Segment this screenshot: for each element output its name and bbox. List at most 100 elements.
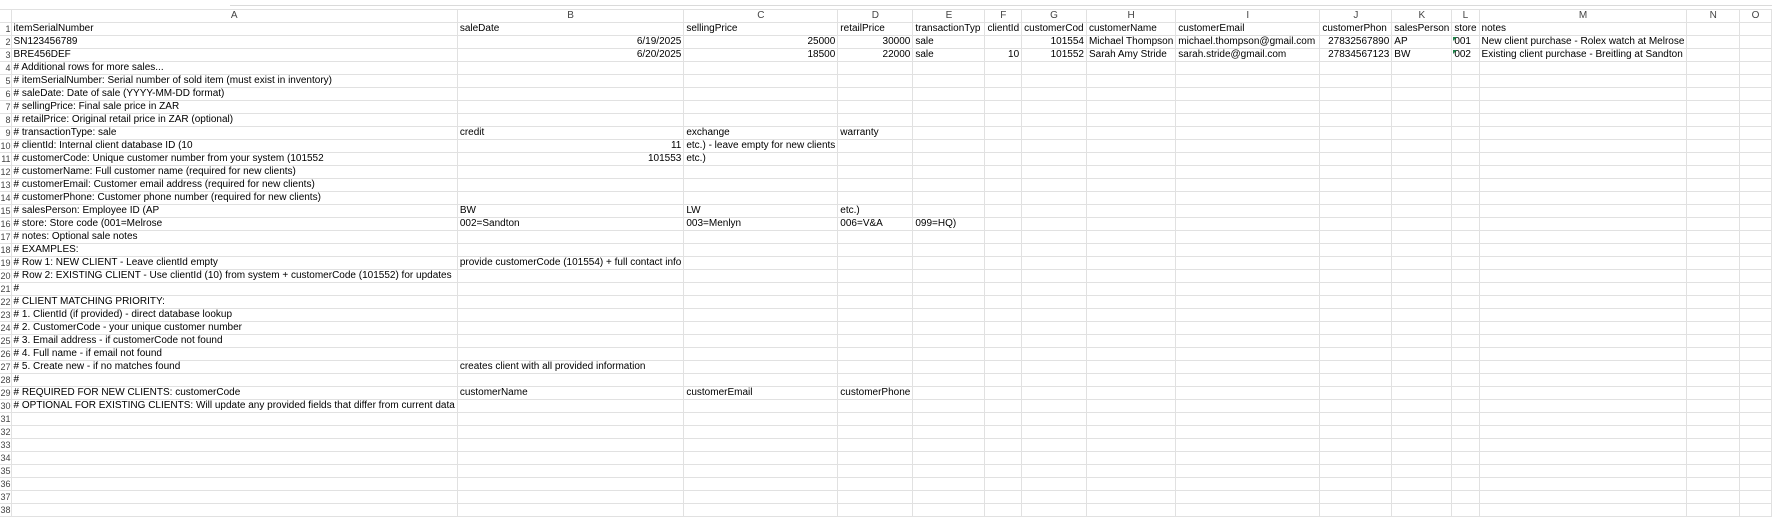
cell-O36[interactable] [1739, 477, 1772, 491]
cell-B4[interactable] [456, 61, 685, 75]
cell-H30[interactable] [1085, 399, 1177, 413]
cell-M6[interactable] [1478, 87, 1688, 101]
cell-N9[interactable] [1686, 126, 1741, 140]
cell-I20[interactable] [1175, 269, 1321, 283]
cell-J12[interactable] [1319, 165, 1393, 179]
cell-I13[interactable] [1175, 178, 1321, 192]
cell-M17[interactable] [1478, 230, 1688, 244]
cell-L30[interactable] [1451, 399, 1480, 413]
cell-E13[interactable] [912, 178, 986, 192]
cell-F6[interactable] [984, 87, 1023, 101]
cell-F12[interactable] [984, 165, 1023, 179]
cell-O13[interactable] [1739, 178, 1772, 192]
cell-I32[interactable] [1175, 425, 1321, 439]
cell-H36[interactable] [1085, 477, 1177, 491]
cell-K26[interactable] [1391, 347, 1453, 361]
cell-H35[interactable] [1085, 464, 1177, 478]
cell-H4[interactable] [1085, 61, 1177, 75]
cell-I28[interactable] [1175, 373, 1321, 387]
cell-L15[interactable] [1451, 204, 1480, 218]
cell-F21[interactable] [984, 282, 1023, 296]
cell-E9[interactable] [912, 126, 986, 140]
row-header[interactable]: 7 [0, 100, 12, 114]
row-header[interactable]: 14 [0, 191, 12, 205]
column-header-J[interactable]: J [1319, 9, 1393, 23]
cell-I8[interactable] [1175, 113, 1321, 127]
cell-C4[interactable] [683, 61, 839, 75]
cell-C33[interactable] [683, 438, 839, 452]
cell-F32[interactable] [984, 425, 1023, 439]
cell-I31[interactable] [1175, 412, 1321, 426]
row-header[interactable]: 31 [0, 412, 12, 426]
cell-J10[interactable] [1319, 139, 1393, 153]
cell-F1[interactable]: clientId [984, 22, 1023, 36]
cell-O7[interactable] [1739, 100, 1772, 114]
cell-A9[interactable]: # transactionType: sale [10, 126, 458, 140]
cell-N4[interactable] [1686, 61, 1741, 75]
cell-F37[interactable] [984, 490, 1023, 504]
cell-E11[interactable] [912, 152, 986, 166]
cell-C35[interactable] [683, 464, 839, 478]
cell-L13[interactable] [1451, 178, 1480, 192]
cell-B15[interactable]: BW [456, 204, 685, 218]
cell-J32[interactable] [1319, 425, 1393, 439]
cell-C37[interactable] [683, 490, 839, 504]
cell-M5[interactable] [1478, 74, 1688, 88]
cell-B1[interactable]: saleDate [456, 22, 685, 36]
column-header-O[interactable]: O [1739, 9, 1772, 23]
cell-K15[interactable] [1391, 204, 1453, 218]
cell-I21[interactable] [1175, 282, 1321, 296]
cell-J11[interactable] [1319, 152, 1393, 166]
cell-J6[interactable] [1319, 87, 1393, 101]
cell-I2[interactable]: michael.thompson@gmail.com [1175, 35, 1321, 49]
cell-J3[interactable]: 27834567123 [1319, 48, 1393, 62]
row-header[interactable]: 25 [0, 334, 12, 348]
cell-N35[interactable] [1686, 464, 1741, 478]
cell-G20[interactable] [1021, 269, 1087, 283]
cell-G31[interactable] [1021, 412, 1087, 426]
cell-M10[interactable] [1478, 139, 1688, 153]
cell-N33[interactable] [1686, 438, 1741, 452]
cell-A34[interactable] [10, 451, 458, 465]
cell-A8[interactable]: # retailPrice: Original retail price in … [10, 113, 458, 127]
cell-G28[interactable] [1021, 373, 1087, 387]
cell-E3[interactable]: sale [912, 48, 986, 62]
cell-B30[interactable] [456, 399, 685, 413]
cell-G11[interactable] [1021, 152, 1087, 166]
cell-E23[interactable] [912, 308, 986, 322]
cell-E33[interactable] [912, 438, 986, 452]
cell-D30[interactable] [837, 399, 914, 413]
row-header[interactable]: 16 [0, 217, 12, 231]
cell-G34[interactable] [1021, 451, 1087, 465]
cell-L24[interactable] [1451, 321, 1480, 335]
cell-H1[interactable]: customerName [1085, 22, 1177, 36]
column-header-F[interactable]: F [984, 9, 1023, 23]
cell-C18[interactable] [683, 243, 839, 257]
cell-G5[interactable] [1021, 74, 1087, 88]
cell-F31[interactable] [984, 412, 1023, 426]
cell-M7[interactable] [1478, 100, 1688, 114]
cell-J17[interactable] [1319, 230, 1393, 244]
row-header[interactable]: 38 [0, 503, 12, 517]
cell-A24[interactable]: # 2. CustomerCode - your unique customer… [10, 321, 458, 335]
cell-I27[interactable] [1175, 360, 1321, 374]
cell-M34[interactable] [1478, 451, 1688, 465]
cell-D20[interactable] [837, 269, 914, 283]
cell-O2[interactable] [1739, 35, 1772, 49]
cell-I5[interactable] [1175, 74, 1321, 88]
cell-J9[interactable] [1319, 126, 1393, 140]
cell-E18[interactable] [912, 243, 986, 257]
cell-C11[interactable]: etc.) [683, 152, 839, 166]
cell-N20[interactable] [1686, 269, 1741, 283]
cell-O25[interactable] [1739, 334, 1772, 348]
cell-D31[interactable] [837, 412, 914, 426]
cell-I12[interactable] [1175, 165, 1321, 179]
cell-B34[interactable] [456, 451, 685, 465]
cell-J20[interactable] [1319, 269, 1393, 283]
cell-L17[interactable] [1451, 230, 1480, 244]
cell-E2[interactable]: sale [912, 35, 986, 49]
cell-G36[interactable] [1021, 477, 1087, 491]
cell-F15[interactable] [984, 204, 1023, 218]
cell-B3[interactable]: 6/20/2025 [456, 48, 685, 62]
cell-I14[interactable] [1175, 191, 1321, 205]
